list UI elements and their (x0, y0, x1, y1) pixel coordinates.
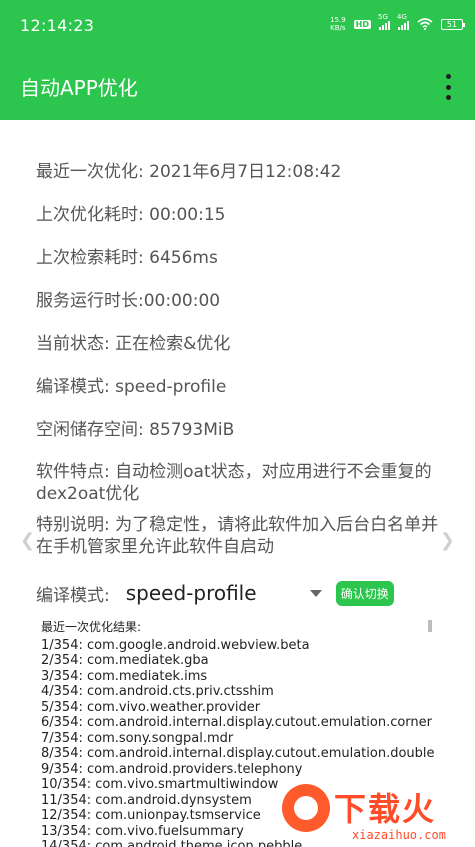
compile-mode-dropdown[interactable]: speed-profile (126, 581, 322, 605)
watermark-text: 下载火 (334, 790, 437, 828)
status-icons: 15.9 KB/s HD 5G 4G 51 (330, 13, 465, 32)
result-line: 1/354: com.google.android.webview.beta (41, 637, 310, 653)
more-vert-icon[interactable] (443, 74, 453, 100)
result-line: 9/354: com.android.providers.telephony (41, 761, 303, 777)
hd-icon: HD (353, 19, 371, 29)
free-storage: 空闲储存空间: 85793MiB (36, 420, 235, 440)
network-speed-unit: KB/s (330, 24, 346, 32)
battery-level: 51 (446, 19, 458, 29)
watermark-domain: xiazaihuo.com (352, 828, 446, 842)
mode-selector-row: 编译模式: speed-profile 确认切换 (36, 578, 456, 608)
results-title: 最近一次优化结果: (41, 620, 142, 634)
result-line: 4/354: com.android.cts.priv.ctsshim (41, 684, 274, 699)
signal-5g-icon: 5G (378, 13, 390, 30)
current-status: 当前状态: 正在检索&优化 (36, 334, 231, 354)
result-line: 7/354: com.sony.songpal.mdr (41, 730, 234, 746)
confirm-switch-button[interactable]: 确认切换 (335, 580, 394, 606)
app-title: 自动APP优化 (20, 76, 138, 100)
signal-5g-label: 5G (378, 13, 388, 21)
network-speed-value: 15.9 (330, 16, 346, 24)
features-text: 软件特点: 自动检测oat状态，对应用进行不会重复的dex2oat优化 (36, 462, 432, 504)
last-scan-duration: 上次检索耗时: 6456ms (36, 248, 218, 268)
battery-icon: 51 (441, 18, 465, 30)
chevron-right-icon: ❯ (439, 530, 455, 551)
dropdown-arrow-icon (309, 590, 322, 597)
result-line: 5/354: com.vivo.weather.provider (41, 699, 261, 715)
info-list: 最近一次优化: 2021年6月7日12:08:42 上次优化耗时: 00:00:… (36, 160, 446, 567)
status-time: 12:14:23 (20, 16, 95, 35)
app-bar: 自动APP优化 (0, 52, 475, 120)
special-note: 特别说明: 为了稳定性，请将此软件加入后台白名单并在手机管家里允许此软件自启动 (36, 515, 439, 557)
service-uptime: 服务运行时长:00:00:00 (36, 291, 221, 311)
compile-mode-value: speed-profile (125, 581, 257, 605)
result-line: 2/354: com.mediatek.gba (41, 653, 209, 668)
chevron-left-icon: ❮ (20, 530, 36, 551)
wifi-icon (417, 18, 433, 30)
watermark-logo: 下载火 xiazaihuo.com (282, 784, 472, 844)
status-bar: 12:14:23 15.9 KB/s HD 5G 4G 51 (0, 0, 475, 52)
result-line: 8/354: com.android.internal.display.cuto… (41, 746, 435, 761)
result-line: 6/354: com.android.internal.display.cuto… (41, 715, 433, 730)
watermark-flame-icon (282, 784, 330, 832)
last-optimize-duration: 上次优化耗时: 00:00:15 (36, 205, 226, 225)
results-scrollbar[interactable] (428, 620, 432, 632)
mode-label: 编译模式: (36, 585, 110, 606)
last-optimize-time: 最近一次优化: 2021年6月7日12:08:42 (36, 162, 342, 182)
result-line: 3/354: com.mediatek.ims (41, 668, 208, 684)
signal-4g-icon: 4G (397, 13, 409, 30)
signal-4g-label: 4G (397, 13, 407, 21)
network-speed: 15.9 KB/s (330, 16, 346, 32)
compile-mode-info: 编译模式: speed-profile (36, 377, 227, 397)
